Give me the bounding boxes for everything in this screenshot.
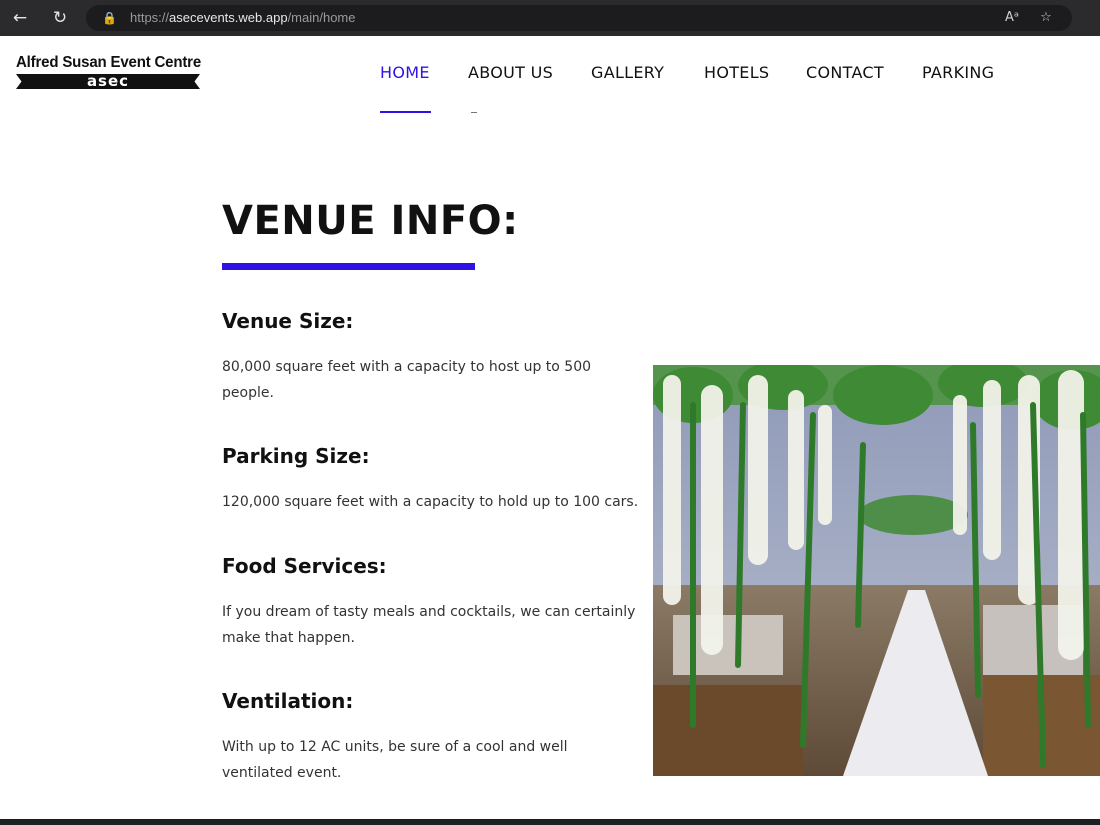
nav-parking[interactable]: PARKING: [922, 63, 994, 82]
window-bottom-edge: [0, 819, 1100, 825]
venue-photo: [653, 365, 1100, 776]
url-scheme: https://: [130, 10, 170, 25]
favorite-star-icon[interactable]: ☆: [1036, 10, 1056, 26]
nav-divider-mark: [471, 112, 477, 113]
url-path: /main/home: [287, 10, 356, 25]
page-title: VENUE INFO:: [222, 198, 519, 244]
logo-title: Alfred Susan Event Centre: [16, 54, 202, 71]
browser-toolbar: ← ↻ 🔒 https://asecevents.web.app/main/ho…: [0, 0, 1100, 36]
section-title-venue-size: Venue Size:: [222, 309, 354, 333]
nav-gallery[interactable]: GALLERY: [591, 63, 664, 82]
nav-home[interactable]: HOME: [380, 63, 430, 82]
logo-abbr: asec: [86, 72, 130, 90]
site-logo[interactable]: Alfred Susan Event Centre asec: [16, 54, 202, 89]
title-underline: [222, 263, 475, 270]
nav-about-us[interactable]: ABOUT US: [468, 63, 553, 82]
back-arrow-icon[interactable]: ←: [7, 6, 33, 30]
section-title-ventilation: Ventilation:: [222, 689, 354, 713]
section-title-parking-size: Parking Size:: [222, 444, 370, 468]
reload-icon[interactable]: ↻: [47, 6, 73, 30]
read-aloud-icon[interactable]: Aᵃ: [1002, 10, 1022, 26]
nav-contact[interactable]: CONTACT: [806, 63, 884, 82]
logo-band: asec: [16, 74, 200, 89]
section-text-food-services: If you dream of tasty meals and cocktail…: [222, 604, 636, 646]
nav-hotels[interactable]: HOTELS: [704, 63, 769, 82]
url-text[interactable]: https://asecevents.web.app/main/home: [130, 10, 355, 25]
section-title-food-services: Food Services:: [222, 554, 387, 578]
venue-photo-illustration: [653, 365, 1100, 776]
address-bar[interactable]: 🔒 https://asecevents.web.app/main/home A…: [86, 5, 1072, 31]
url-host: asecevents.web.app: [169, 10, 288, 25]
section-text-parking-size: 120,000 square feet with a capacity to h…: [222, 494, 639, 510]
section-text-ventilation: With up to 12 AC units, be sure of a coo…: [222, 739, 568, 781]
lock-icon[interactable]: 🔒: [102, 11, 117, 25]
web-page: Alfred Susan Event Centre asec HOME ABOU…: [0, 36, 1100, 819]
section-text-venue-size: 80,000 square feet with a capacity to ho…: [222, 359, 592, 401]
active-nav-indicator: [380, 111, 431, 113]
